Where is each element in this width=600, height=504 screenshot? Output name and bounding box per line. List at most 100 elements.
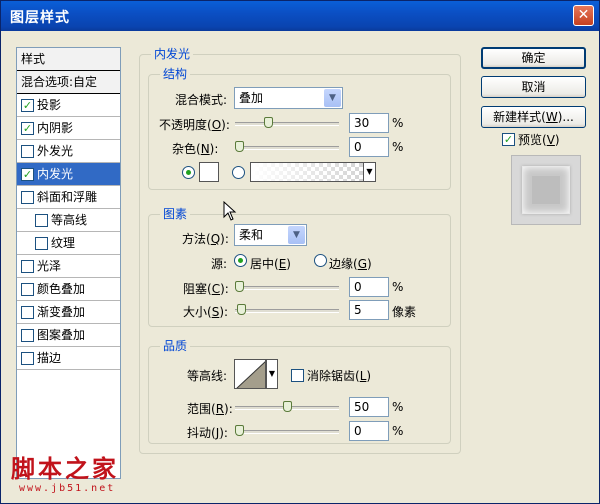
cancel-button[interactable]: 取消 [481,76,586,98]
noise-slider-thumb[interactable] [235,141,244,152]
new-style-suffix: )... [557,110,574,124]
style-item[interactable]: 渐变叠加 [17,301,120,324]
range-unit: % [392,400,404,414]
style-item-label: 光泽 [37,259,62,273]
choke-slider-track[interactable] [235,286,339,290]
style-item-checkbox[interactable]: ✓ [21,121,34,135]
opacity-input[interactable]: 30 [349,113,389,133]
style-item[interactable]: ✓ 内阴影 [17,117,120,140]
style-item-checkbox[interactable] [21,328,34,342]
preview-checkbox[interactable]: ✓ [502,133,515,146]
style-item-label: 颜色叠加 [37,282,86,296]
source-center-label: 居中(E) [250,257,291,271]
window-title: 图层样式 [10,10,70,26]
chevron-down-icon: ▼ [288,226,305,244]
style-item-checkbox[interactable]: ✓ [21,98,34,112]
style-item-checkbox[interactable] [21,259,34,273]
source-edge-radio[interactable] [314,254,327,267]
styles-list: 样式 混合选项:自定 ✓ 投影 ✓ 内阴影 外发光 ✓ 内发光 斜面和浮雕 等高线 纹理 光泽 颜色叠… [16,47,121,479]
new-style-button[interactable]: 新建样式(W)... [481,106,586,128]
contour-dropdown-button[interactable]: ▼ [266,359,278,389]
style-item[interactable]: 颜色叠加 [17,278,120,301]
style-item-checkbox[interactable] [21,305,34,319]
elements-title: 图素 [160,205,191,222]
quality-title: 品质 [160,337,191,354]
technique-value: 柔和 [239,228,264,242]
size-slider-thumb[interactable] [236,304,246,315]
styles-header[interactable]: 样式 [17,48,120,71]
choke-unit: % [392,280,404,294]
preview-key: V [546,132,555,147]
style-item-checkbox[interactable]: ✓ [21,167,34,181]
choke-input[interactable]: 0 [349,277,389,297]
blending-options-item[interactable]: 混合选项:自定 [17,71,120,94]
jitter-input[interactable]: 0 [349,421,389,441]
anti-alias-toggle[interactable]: 消除锯齿(L) [291,367,371,384]
opacity-slider-thumb[interactable] [263,117,273,128]
jitter-label: 抖动(J): [187,426,228,440]
style-item[interactable]: 图案叠加 [17,324,120,347]
style-item-checkbox[interactable] [21,144,34,158]
new-style-label: 新建样式( [493,110,546,124]
preview-toggle[interactable]: ✓ 预览(V) [502,131,560,148]
style-item-label: 图案叠加 [37,328,86,342]
style-item-checkbox[interactable] [21,282,34,296]
anti-alias-label: 消除锯齿(L) [307,369,372,383]
source-center-radio[interactable] [234,254,247,267]
opacity-unit: % [392,116,404,130]
style-item-label: 内发光 [37,167,74,181]
style-item-label: 内阴影 [37,121,74,135]
contour-label: 等高线: [187,369,228,383]
style-item-label: 投影 [37,98,62,112]
choke-slider-thumb[interactable] [235,281,244,292]
style-item-label: 渐变叠加 [37,305,86,319]
noise-input[interactable]: 0 [349,137,389,157]
chevron-down-icon: ▼ [324,89,341,107]
style-item[interactable]: 纹理 [17,232,120,255]
style-item-label: 纹理 [51,236,76,250]
contour-curve-icon [236,361,265,388]
technique-label: 方法(Q): [182,232,229,246]
new-style-key: W [545,110,558,124]
solid-color-radio[interactable] [182,166,195,179]
size-input[interactable]: 5 [349,300,389,320]
close-button[interactable]: ✕ [573,5,594,26]
contour-picker[interactable] [234,359,266,389]
title-bar[interactable]: 图层样式 ✕ [1,1,599,31]
style-item-checkbox[interactable] [35,236,48,250]
preview-swatch [522,166,570,214]
style-item[interactable]: 光泽 [17,255,120,278]
style-item[interactable]: 外发光 [17,140,120,163]
blend-mode-select[interactable]: 叠加 ▼ [234,87,343,109]
jitter-slider-track[interactable] [235,430,339,434]
range-input[interactable]: 50 [349,397,389,417]
jitter-slider-thumb[interactable] [235,425,244,436]
style-item[interactable]: 描边 [17,347,120,370]
preview-label: 预览( [518,133,547,147]
technique-select[interactable]: 柔和 ▼ [234,224,307,246]
ok-button[interactable]: 确定 [481,47,586,69]
layer-style-dialog: 图层样式 ✕ 样式 混合选项:自定 ✓ 投影 ✓ 内阴影 外发光 ✓ 内发光 斜面和浮雕 等高线… [0,0,600,504]
style-item-checkbox[interactable] [21,190,34,204]
mouse-cursor-icon [223,201,237,221]
size-slider-track[interactable] [235,309,339,313]
source-label: 源: [211,257,228,271]
opacity-slider-track[interactable] [235,122,339,126]
glow-color-swatch[interactable] [199,162,219,182]
source-edge-label: 边缘(G) [329,257,372,271]
style-item-checkbox[interactable] [35,213,48,227]
range-slider-thumb[interactable] [282,401,292,412]
gradient-radio[interactable] [232,166,245,179]
style-item-label: 外发光 [37,144,74,158]
jitter-unit: % [392,424,404,438]
noise-slider-track[interactable] [235,146,339,150]
gradient-picker[interactable]: ▼ [250,162,376,182]
style-item[interactable]: 等高线 [17,209,120,232]
style-item-checkbox[interactable] [21,351,34,365]
style-item[interactable]: 斜面和浮雕 [17,186,120,209]
blend-mode-value: 叠加 [239,91,264,105]
style-item-label: 斜面和浮雕 [37,190,98,204]
style-item[interactable]: ✓ 投影 [17,94,120,117]
style-item[interactable]: ✓ 内发光 [17,163,120,186]
anti-alias-checkbox[interactable] [291,369,304,382]
